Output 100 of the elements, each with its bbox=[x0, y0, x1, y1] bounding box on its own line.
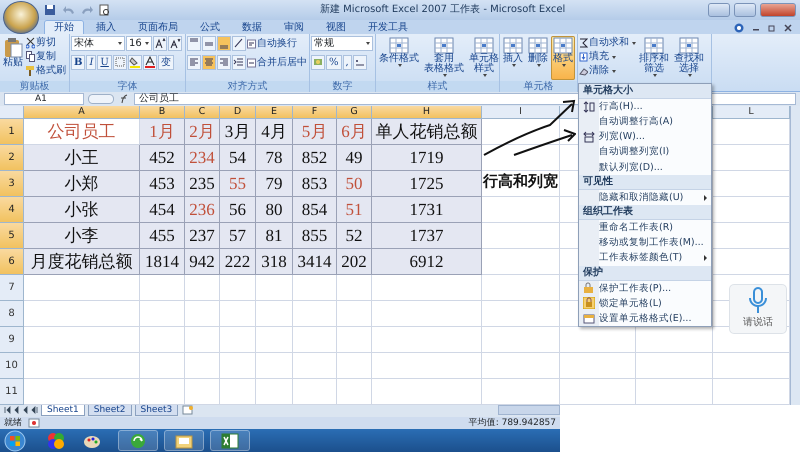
row-header[interactable]: 11 bbox=[0, 379, 24, 405]
menu-item[interactable]: 设置单元格格式(E)... bbox=[579, 311, 711, 326]
start-button[interactable] bbox=[4, 430, 26, 452]
save-icon[interactable] bbox=[44, 4, 56, 16]
ribbon-button[interactable]: 删除 bbox=[526, 36, 550, 80]
menu-item[interactable]: 自动调整列宽(I) bbox=[579, 144, 711, 160]
paste-button[interactable]: 粘贴 bbox=[1, 36, 25, 80]
menu-item[interactable]: 工作表标签颜色(T) bbox=[579, 250, 711, 266]
align-center-icon[interactable] bbox=[202, 55, 216, 70]
align-top-icon[interactable] bbox=[187, 36, 201, 51]
align-middle-icon[interactable] bbox=[202, 36, 216, 51]
menu-item[interactable]: 保护工作表(P)... bbox=[579, 280, 711, 296]
ribbon-button[interactable]: 合并后居中 bbox=[247, 56, 307, 70]
maximize-button[interactable] bbox=[734, 3, 756, 17]
ribbon-tab[interactable]: 审阅 bbox=[274, 20, 314, 34]
font-size-select[interactable]: 16 bbox=[126, 36, 152, 51]
insert-sheet-icon[interactable] bbox=[181, 405, 196, 415]
row-header[interactable]: 10 bbox=[0, 353, 24, 379]
text-orientation-icon[interactable] bbox=[232, 36, 246, 51]
ribbon-button[interactable]: 套用 表格格式 bbox=[422, 36, 466, 80]
number-style-button[interactable]: % bbox=[326, 55, 342, 70]
style-button[interactable]: I bbox=[86, 55, 96, 70]
font-color-icon[interactable] bbox=[142, 55, 157, 70]
menu-item[interactable]: 移动或复制工作表(M)... bbox=[579, 235, 711, 250]
ribbon-button[interactable]: 自动换行 bbox=[247, 36, 297, 50]
vertical-scrollbar[interactable] bbox=[790, 106, 800, 405]
print-preview-icon[interactable] bbox=[98, 4, 110, 16]
menu-item[interactable]: 锁定单元格(L) bbox=[579, 296, 711, 312]
column-header[interactable]: L bbox=[713, 106, 790, 119]
decimal-icon[interactable] bbox=[352, 55, 367, 70]
ribbon-button[interactable]: 清除 bbox=[579, 64, 636, 78]
column-header[interactable]: I bbox=[482, 106, 560, 119]
column-header[interactable]: C bbox=[185, 106, 220, 119]
align-bottom-icon[interactable] bbox=[217, 36, 231, 51]
ribbon-tab[interactable]: 插入 bbox=[86, 20, 126, 34]
menu-item[interactable]: 行高(H)... bbox=[579, 99, 711, 114]
number-style-button[interactable]: , bbox=[342, 55, 352, 70]
colorful-circles-icon[interactable] bbox=[46, 430, 66, 450]
ribbon-tab[interactable]: 公式 bbox=[190, 20, 230, 34]
name-box[interactable]: A1 bbox=[4, 93, 84, 105]
menu-item[interactable]: 列宽(W)... bbox=[579, 129, 711, 145]
spreadsheet-icon[interactable] bbox=[221, 432, 239, 448]
restore-icon[interactable] bbox=[768, 24, 776, 32]
menu-item[interactable]: 默认列宽(D)... bbox=[579, 160, 711, 175]
style-button[interactable]: B bbox=[71, 55, 86, 70]
minimize-button[interactable] bbox=[708, 3, 730, 17]
menu-item[interactable]: 重命名工作表(R) bbox=[579, 220, 711, 236]
fill-color-icon[interactable] bbox=[128, 55, 142, 70]
ribbon-button[interactable]: 单元格 样式 bbox=[467, 36, 499, 80]
row-header[interactable]: 2 bbox=[0, 145, 24, 171]
ribbon-tab[interactable]: 视图 bbox=[316, 20, 356, 34]
folder-icon[interactable] bbox=[175, 432, 193, 448]
close-icon[interactable] bbox=[784, 24, 792, 32]
font-shrink-icon[interactable] bbox=[168, 36, 182, 51]
ribbon-button[interactable]: 排序和 筛选 bbox=[637, 36, 671, 80]
ribbon-button[interactable]: 插入 bbox=[501, 36, 525, 80]
row-header[interactable]: 3 bbox=[0, 171, 24, 197]
border-icon[interactable] bbox=[112, 55, 127, 70]
help-icon[interactable] bbox=[734, 22, 744, 32]
align-right-icon[interactable] bbox=[217, 55, 231, 70]
menu-item[interactable]: 自动调整行高(A) bbox=[579, 114, 711, 130]
row-header[interactable]: 8 bbox=[0, 301, 24, 327]
row-header[interactable]: 4 bbox=[0, 197, 24, 223]
ribbon-tab[interactable]: 开发工具 bbox=[358, 20, 418, 34]
ribbon-tab[interactable]: 页面布局 bbox=[128, 20, 188, 34]
font-select[interactable]: 宋体 bbox=[71, 36, 125, 51]
ribbon-button[interactable]: 复制 bbox=[26, 50, 66, 64]
zoom-slider-icon[interactable] bbox=[88, 94, 114, 104]
font-grow-icon[interactable] bbox=[153, 36, 167, 51]
ribbon-button[interactable]: 格式刷 bbox=[26, 64, 66, 78]
row-header[interactable]: 1 bbox=[0, 119, 24, 145]
row-header[interactable]: 9 bbox=[0, 327, 24, 353]
column-header[interactable]: F bbox=[293, 106, 337, 119]
column-header[interactable]: A bbox=[24, 106, 140, 119]
row-header[interactable]: 7 bbox=[0, 275, 24, 301]
ribbon-button[interactable]: 剪切 bbox=[26, 36, 66, 50]
horizontal-scrollbar[interactable] bbox=[498, 405, 560, 415]
ribbon-button[interactable]: 格式 bbox=[551, 36, 575, 80]
phonetic-button[interactable]: 变 bbox=[158, 55, 174, 70]
function-icon[interactable] bbox=[118, 94, 130, 104]
sheet-tab[interactable]: Sheet1 bbox=[41, 405, 85, 416]
ribbon-button[interactable]: 自动求和 bbox=[579, 36, 636, 50]
ribbon-button[interactable]: 条件格式 bbox=[377, 36, 421, 80]
style-button[interactable]: U bbox=[97, 55, 112, 70]
sheet-tab[interactable]: Sheet3 bbox=[134, 405, 178, 416]
sheet-nav-icon[interactable] bbox=[4, 405, 38, 415]
column-header[interactable]: D bbox=[220, 106, 256, 119]
sheet-tab[interactable]: Sheet2 bbox=[88, 405, 132, 416]
row-header[interactable]: 6 bbox=[0, 249, 24, 275]
ribbon-tab[interactable]: 数据 bbox=[232, 20, 272, 34]
column-header[interactable]: B bbox=[140, 106, 185, 119]
ribbon-button[interactable]: 查找和 选择 bbox=[672, 36, 706, 80]
column-header[interactable]: H bbox=[372, 106, 482, 119]
menu-item[interactable]: 隐藏和取消隐藏(U) bbox=[579, 190, 711, 206]
align-left-icon[interactable] bbox=[187, 55, 201, 70]
column-header[interactable]: E bbox=[256, 106, 293, 119]
column-header[interactable]: G bbox=[337, 106, 372, 119]
ribbon-tab[interactable]: 开始 bbox=[44, 20, 84, 34]
refresh-icon[interactable] bbox=[130, 432, 146, 448]
voice-assistant-popup[interactable]: 请说话 bbox=[729, 284, 787, 334]
